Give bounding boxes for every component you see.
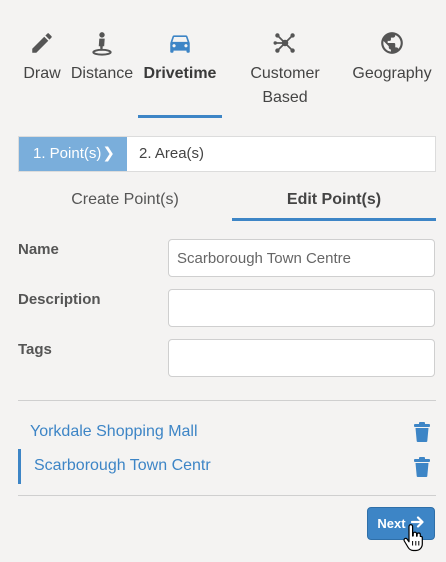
list-item[interactable]: Yorkdale Shopping Mall [18,416,436,450]
tab-distance-label: Distance [70,65,134,82]
pencil-icon [20,30,64,56]
network-icon [246,30,324,56]
subtab-indicator [232,218,436,221]
chevron-right-icon: ❯ [102,145,115,162]
trash-icon[interactable] [414,457,430,477]
tab-customer-based-label-line2: Based [262,89,308,106]
tab-draw-label: Draw [23,65,61,82]
divider-top [18,400,436,401]
tags-label: Tags [18,341,52,358]
name-label: Name [18,241,59,258]
list-item-selected[interactable]: Scarborough Town Centr [18,449,436,484]
tab-geography[interactable]: Geography [350,30,434,86]
tags-input[interactable] [168,339,435,377]
tab-customer-based[interactable]: Customer Based [246,30,324,110]
description-label: Description [18,291,101,308]
tab-drivetime[interactable]: Drivetime [140,30,220,86]
globe-icon [350,30,434,56]
person-pin-icon [70,30,134,56]
car-icon [140,30,220,56]
point-name: Yorkdale Shopping Mall [30,423,198,440]
tab-edit-points[interactable]: Edit Point(s) [232,188,436,220]
tab-create-points[interactable]: Create Point(s) [18,188,232,220]
step-areas-label: 2. Area(s) [139,145,205,162]
point-name: Scarborough Town Centr [34,457,211,474]
active-tab-indicator [138,115,222,118]
point-editor-panel: Draw Distance Drivetime Customer Based G… [0,0,446,562]
trash-icon[interactable] [414,422,430,442]
tab-draw[interactable]: Draw [20,30,64,86]
tab-customer-based-label-line1: Customer [250,65,320,82]
tab-distance[interactable]: Distance [70,30,134,86]
tab-geography-label: Geography [352,65,432,82]
step-areas[interactable]: 2. Area(s) [139,137,204,171]
tab-drivetime-label: Drivetime [143,65,217,82]
step-points[interactable]: 1. Point(s) ❯ [19,137,127,171]
divider-bottom [18,495,436,496]
description-input[interactable] [168,289,435,327]
hand-cursor-icon [402,524,424,552]
next-button[interactable]: Next [367,507,435,540]
name-input[interactable] [168,239,435,277]
step-points-label: 1. Point(s) [33,145,102,162]
wizard-steps: 1. Point(s) ❯ 2. Area(s) [18,136,436,172]
